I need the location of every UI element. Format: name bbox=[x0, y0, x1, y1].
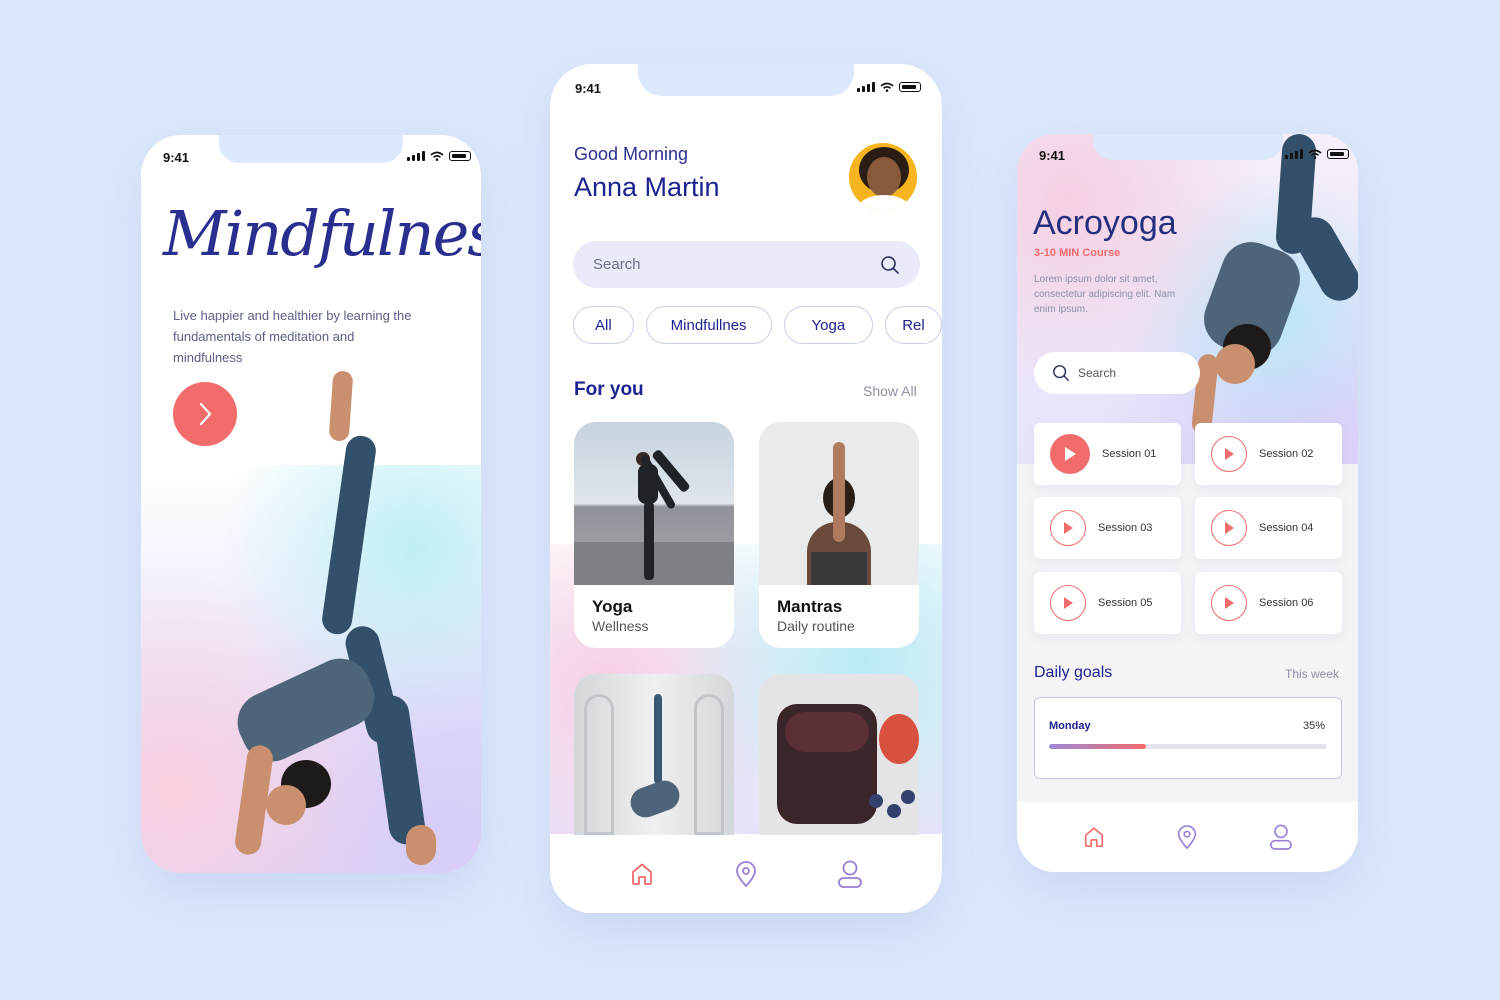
chip-relax[interactable]: Rel bbox=[885, 306, 942, 344]
session-label: Session 06 bbox=[1259, 597, 1314, 609]
yoga-photo bbox=[574, 422, 734, 585]
card-subtitle: Daily routine bbox=[777, 618, 855, 634]
tab-bar bbox=[1017, 802, 1358, 872]
chip-yoga[interactable]: Yoga bbox=[783, 306, 874, 344]
show-all-link[interactable]: Show All bbox=[863, 383, 917, 399]
chip-all[interactable]: All bbox=[573, 306, 634, 344]
battery-icon bbox=[1327, 149, 1349, 159]
session-label: Session 02 bbox=[1259, 448, 1314, 460]
play-icon bbox=[1050, 434, 1090, 474]
course-card-mantras[interactable]: Mantras Daily routine bbox=[759, 422, 919, 648]
avatar[interactable] bbox=[846, 140, 920, 214]
search-input[interactable]: Search bbox=[1034, 352, 1200, 394]
session-label: Session 04 bbox=[1259, 522, 1314, 534]
status-icons bbox=[1285, 149, 1349, 159]
period-selector[interactable]: This week bbox=[1285, 667, 1339, 681]
course-description: Lorem ipsum dolor sit amet, consectetur … bbox=[1034, 274, 1176, 315]
notch bbox=[638, 64, 854, 96]
battery-icon bbox=[899, 82, 921, 92]
goal-percent: 35% bbox=[1302, 720, 1325, 732]
home-screen: 9:41 Good Morning Anna Martin Search All… bbox=[550, 64, 942, 913]
home-icon[interactable] bbox=[629, 861, 655, 887]
search-placeholder: Search bbox=[593, 256, 641, 273]
location-icon[interactable] bbox=[733, 860, 759, 888]
session-item[interactable]: Session 01 bbox=[1034, 423, 1181, 485]
progress-bar bbox=[1049, 744, 1327, 749]
location-icon[interactable] bbox=[1175, 824, 1199, 850]
wifi-icon bbox=[1308, 149, 1322, 159]
mantras-photo bbox=[759, 422, 919, 585]
session-label: Session 05 bbox=[1098, 597, 1153, 609]
daily-goals-title: Daily goals bbox=[1034, 664, 1113, 681]
play-icon bbox=[1050, 585, 1086, 621]
course-title: Acroyoga bbox=[1033, 204, 1177, 242]
arches-photo bbox=[574, 674, 734, 835]
onboarding-screen: 9:41 Mindfulness Live happier and health… bbox=[141, 135, 481, 873]
yoga-photo bbox=[141, 135, 481, 873]
session-item[interactable]: Session 03 bbox=[1034, 497, 1181, 559]
search-input[interactable]: Search bbox=[573, 241, 920, 288]
course-duration: 3-10 MIN Course bbox=[1034, 247, 1121, 259]
signal-icon bbox=[1285, 149, 1303, 159]
notch bbox=[1093, 134, 1283, 160]
goal-card: Monday 35% bbox=[1034, 697, 1342, 779]
user-name: Anna Martin bbox=[574, 172, 720, 202]
course-screen: 9:41 Acroyoga 3-10 MIN Course Lorem ipsu… bbox=[1017, 134, 1358, 872]
greeting: Good Morning bbox=[574, 144, 689, 164]
smoothie-photo bbox=[759, 674, 919, 835]
profile-icon[interactable] bbox=[1269, 823, 1293, 851]
profile-icon[interactable] bbox=[837, 859, 863, 889]
section-title: For you bbox=[574, 379, 644, 400]
category-chips: All Mindfullnes Yoga Rel bbox=[573, 306, 942, 344]
status-icons bbox=[857, 82, 921, 92]
play-icon bbox=[1211, 436, 1247, 472]
course-card-3[interactable] bbox=[574, 674, 734, 835]
search-placeholder: Search bbox=[1078, 366, 1117, 380]
session-item[interactable]: Session 02 bbox=[1195, 423, 1342, 485]
status-time: 9:41 bbox=[1039, 148, 1066, 163]
play-icon bbox=[1050, 510, 1086, 546]
chip-mindfulness[interactable]: Mindfullnes bbox=[645, 306, 772, 344]
session-item[interactable]: Session 04 bbox=[1195, 497, 1342, 559]
search-icon bbox=[1053, 365, 1069, 381]
tab-bar bbox=[550, 835, 942, 913]
card-subtitle: Wellness bbox=[592, 618, 649, 634]
course-card-4[interactable] bbox=[759, 674, 919, 835]
session-item[interactable]: Session 06 bbox=[1195, 572, 1342, 634]
session-label: Session 01 bbox=[1102, 448, 1157, 460]
home-icon[interactable] bbox=[1082, 825, 1106, 849]
wifi-icon bbox=[880, 82, 894, 92]
signal-icon bbox=[857, 82, 875, 92]
search-icon bbox=[881, 255, 899, 274]
session-item[interactable]: Session 05 bbox=[1034, 572, 1181, 634]
play-icon bbox=[1211, 510, 1247, 546]
status-time: 9:41 bbox=[575, 81, 602, 96]
card-title: Yoga bbox=[592, 597, 633, 616]
card-title: Mantras bbox=[777, 597, 843, 616]
session-label: Session 03 bbox=[1098, 522, 1153, 534]
progress-fill bbox=[1049, 744, 1147, 749]
goal-day: Monday bbox=[1049, 720, 1091, 732]
play-icon bbox=[1211, 585, 1247, 621]
course-card-yoga[interactable]: Yoga Wellness bbox=[574, 422, 734, 648]
